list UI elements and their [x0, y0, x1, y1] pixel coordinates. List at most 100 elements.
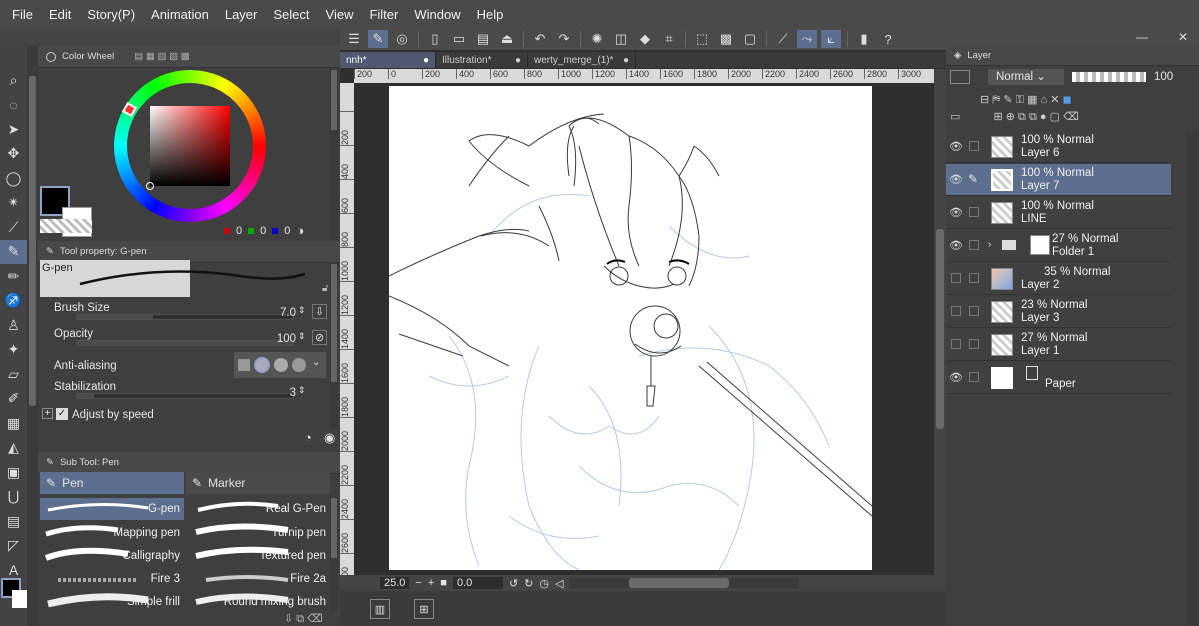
zoom-in-icon[interactable]: + [428, 577, 434, 589]
save-icon[interactable]: ▤ [473, 30, 493, 48]
redo-icon[interactable]: ↷ [554, 30, 574, 48]
layer-property-icon[interactable]: ⊞ [414, 599, 434, 619]
layer-opacity-slider[interactable] [1072, 72, 1146, 82]
minimize-icon[interactable]: — [1136, 30, 1148, 44]
mask-add-icon[interactable]: ● [1040, 111, 1047, 123]
color-set-tab-icon[interactable]: ▤ ▦ ▧ ▨ ▩ [134, 51, 189, 62]
pen-icon[interactable]: ✎ [0, 239, 27, 264]
layer-lock-checkbox[interactable] [969, 339, 979, 349]
draft-icon[interactable]: ✎ [1003, 94, 1012, 106]
adjust-by-speed-checkbox[interactable]: ✓ [56, 408, 68, 420]
new-folder-icon[interactable]: ⊕ [1006, 111, 1015, 123]
ruler-snap-icon[interactable]: ⟋ [773, 30, 793, 48]
tool-property-icon[interactable]: ✎ [46, 246, 54, 257]
blend-icon[interactable]: ✐ [0, 387, 27, 412]
lock-icon[interactable]: 🔓︎ [322, 283, 328, 294]
stabilization-slider[interactable] [76, 393, 294, 399]
aa-weak-icon[interactable] [254, 357, 270, 373]
fit-icon[interactable]: ■ [440, 577, 447, 589]
scroll-thumb[interactable] [29, 76, 36, 406]
frame-icon[interactable]: ▤ [0, 509, 27, 534]
snap-ruler-icon[interactable]: ⟀ [821, 30, 841, 48]
brush-turnip-pen[interactable]: Turnip pen [186, 522, 330, 544]
brush-textured-pen[interactable]: Textured pen [186, 545, 330, 567]
brush-icon[interactable]: ♐ [0, 289, 27, 314]
tab-marker[interactable]: ✎ Marker [186, 472, 330, 494]
new-file-icon[interactable]: ▯ [425, 30, 445, 48]
rotate-reset-icon[interactable]: ◷ [539, 577, 549, 590]
lock-layer-icon[interactable]: ⚿ [1016, 94, 1024, 106]
snap-icon[interactable]: ⤳ [797, 30, 817, 48]
fill-bucket-icon[interactable]: ◭ [0, 436, 27, 461]
layer-panel-scrollbar[interactable] [1187, 131, 1197, 626]
color-panel-scrollbar[interactable] [330, 68, 338, 240]
visibility-checkbox[interactable] [951, 339, 961, 349]
ruler-icon[interactable]: ✕ [1050, 94, 1059, 106]
crop-icon[interactable]: ⌗ [659, 30, 679, 48]
layer-row-layer-2[interactable]: 35 % Normal Layer 2 [946, 263, 1171, 295]
layer-row-line[interactable]: 👁︎ 100 % Normal LINE [946, 197, 1171, 229]
doc-tab-werty[interactable]: werty_merge_(1)* ● [528, 52, 636, 68]
new-raster-icon[interactable]: ▭ [950, 111, 960, 123]
aa-none-icon[interactable] [238, 359, 250, 371]
anti-aliasing-dropdown-icon[interactable]: ⌄ [312, 357, 320, 368]
navigator-icon[interactable]: ▥ [370, 599, 390, 619]
doc-tab-nnh[interactable]: nnh* ● [340, 52, 436, 68]
brush-size-value[interactable]: 7.0 [266, 307, 296, 319]
decoration-icon[interactable]: ✦ [0, 338, 27, 363]
menu-edit[interactable]: Edit [41, 7, 79, 22]
layer-lock-checkbox[interactable] [969, 207, 979, 217]
scroll-thumb[interactable] [331, 264, 337, 382]
layer-row-layer-3[interactable]: 23 % Normal Layer 3 [946, 296, 1171, 328]
pencil-icon[interactable]: ✏ [0, 264, 27, 289]
transfer-icon[interactable]: ⧉ [1029, 111, 1037, 123]
visibility-checkbox[interactable] [951, 273, 961, 283]
eyedropper-icon[interactable]: ⟋ [0, 215, 27, 240]
merge-icon[interactable]: ⧉ [1018, 111, 1026, 123]
scroll-thumb[interactable] [331, 498, 337, 558]
close-icon[interactable]: ● [515, 55, 521, 66]
rotate-icon[interactable]: ◌ [0, 93, 27, 118]
brush-size-lock-icon[interactable]: ⇩ [312, 304, 328, 319]
sub-tool-scrollbar[interactable] [330, 496, 338, 611]
opacity-spinner[interactable]: ⇕ [298, 331, 306, 342]
rotate-left-icon[interactable]: ↺ [509, 577, 518, 590]
object-icon[interactable]: ➤ [0, 117, 27, 142]
delete-layer-icon[interactable]: ⌫ [1063, 111, 1079, 123]
menu-animation[interactable]: Animation [143, 7, 217, 22]
scroll-thumb[interactable] [936, 229, 944, 429]
layer-lock-checkbox[interactable] [969, 240, 979, 250]
help-icon[interactable]: ? [878, 30, 898, 48]
wrench-icon[interactable]: ◉ [324, 430, 335, 446]
layer-lock-checkbox[interactable] [969, 273, 979, 283]
clear-icon[interactable]: ◫ [611, 30, 631, 48]
opacity-link-icon[interactable]: ⊘ [312, 330, 328, 345]
tab-pen[interactable]: ✎ Pen [40, 472, 184, 494]
expand-icon[interactable]: + [42, 408, 53, 419]
doc-tab-illustration[interactable]: Illustration* ● [436, 52, 528, 68]
layer-lock-checkbox[interactable] [969, 306, 979, 316]
blend-mode-select[interactable]: Normal ⌄ [988, 69, 1064, 85]
eraser-icon[interactable]: ▱ [0, 362, 27, 387]
canvas-vertical-scrollbar[interactable] [934, 69, 946, 575]
tool-property-scrollbar[interactable] [330, 262, 338, 428]
visibility-checkbox[interactable] [951, 306, 961, 316]
color-icon[interactable]: ◼ [1063, 94, 1072, 106]
airbrush-icon[interactable]: ♙ [0, 313, 27, 338]
brush-round-mixing[interactable]: Round mixing brush [186, 591, 330, 613]
brush-fire-3[interactable]: Fire 3 [40, 568, 184, 590]
fill-icon[interactable]: ◆ [635, 30, 655, 48]
sub-tool-action-icons[interactable]: ⇩ ⧉ ⌫ [284, 612, 323, 626]
aa-medium-icon[interactable] [274, 358, 288, 372]
brush-size-spinner[interactable]: ⇕ [298, 305, 306, 316]
mask-icon[interactable]: ⌂ [1041, 94, 1048, 106]
new-vector-icon[interactable]: ⊞ [993, 111, 1002, 123]
color-marker[interactable] [146, 182, 154, 190]
layer-row-layer-1[interactable]: 27 % Normal Layer 1 [946, 329, 1171, 361]
opacity-slider[interactable] [76, 340, 294, 346]
apply-mask-icon[interactable]: ▢ [1050, 111, 1060, 123]
invert-selection-icon[interactable]: ▩ [716, 30, 736, 48]
operation-icon[interactable]: ◸ [0, 534, 27, 559]
brush-fire-2a[interactable]: Fire 2a [186, 568, 330, 590]
menu-view[interactable]: View [318, 7, 362, 22]
